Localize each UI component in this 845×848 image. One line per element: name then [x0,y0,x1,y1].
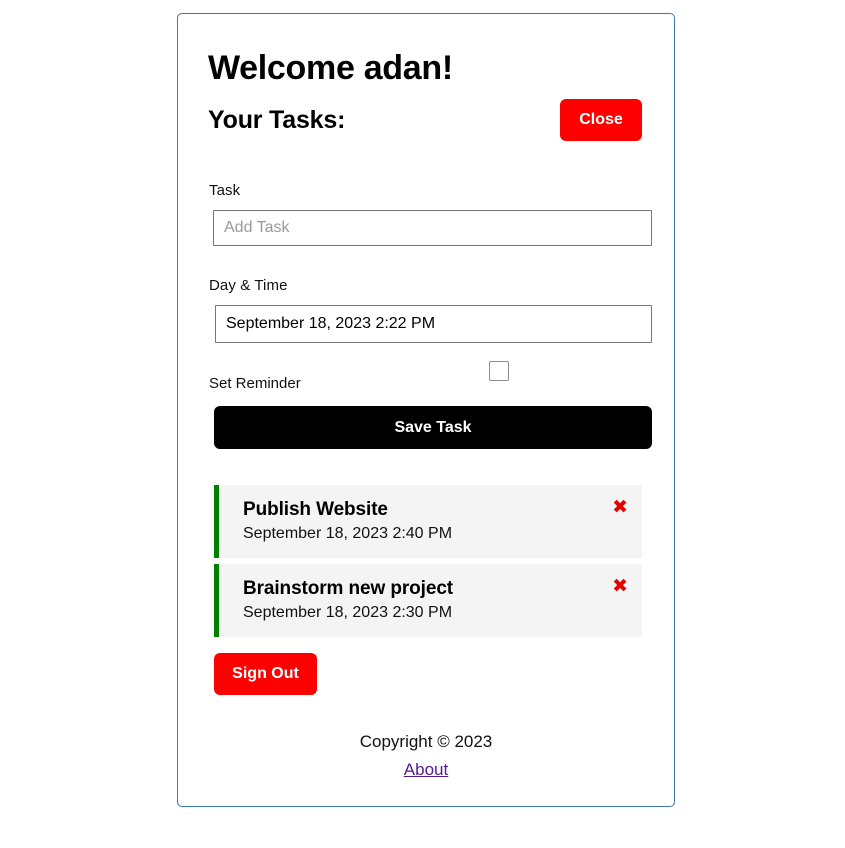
task-title: Publish Website [243,499,388,520]
about-link[interactable]: About [404,760,448,779]
task-time: September 18, 2023 2:40 PM [243,524,453,542]
delete-task-icon[interactable]: ✖ [612,576,628,596]
task-list-item[interactable]: Publish Website September 18, 2023 2:40 … [214,485,642,558]
save-task-button[interactable]: Save Task [214,406,652,449]
tasks-section-heading: Your Tasks: [208,106,346,134]
task-title: Brainstorm new project [243,577,454,599]
task-input[interactable] [213,210,652,246]
set-reminder-checkbox[interactable] [489,361,509,381]
app-container: Welcome adan! Your Tasks: Close Task Day… [177,13,675,807]
daytime-input[interactable] [215,305,652,343]
sign-out-button[interactable]: Sign Out [214,653,317,695]
task-time: September 18, 2023 2:30 PM [243,603,453,621]
task-list: Publish Website September 18, 2023 2:40 … [214,485,642,643]
set-reminder-label: Set Reminder [209,375,301,392]
task-field-label: Task [209,182,241,199]
delete-task-icon[interactable]: ✖ [612,498,628,517]
page-title: Welcome adan! [208,49,453,87]
daytime-field-label: Day & Time [209,277,288,294]
task-list-item[interactable]: Brainstorm new project September 18, 202… [214,563,642,637]
close-button[interactable]: Close [560,99,642,141]
footer: Copyright © 2023 About [178,731,674,782]
copyright-text: Copyright © 2023 [359,732,493,751]
